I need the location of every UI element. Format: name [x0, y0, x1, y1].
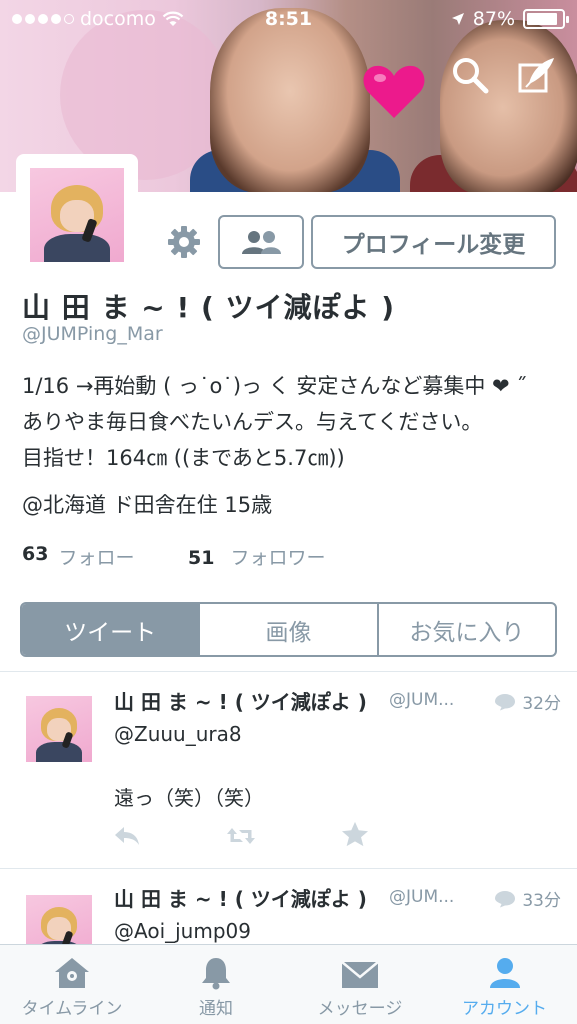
people-icon [242, 231, 281, 254]
tabbar-label: アカウント [462, 999, 547, 1019]
avatar-image [30, 168, 124, 262]
retweet-icon[interactable] [226, 823, 256, 849]
bio-line: 1/16 →再始動 ( っ˙o˙)っ く 安定さんなど募集中 ❤︎ ˝ [22, 374, 527, 398]
search-icon[interactable] [450, 55, 490, 95]
banner-figure-right [440, 20, 577, 192]
tabbar-messages[interactable]: メッセージ [288, 945, 432, 1024]
tab-images[interactable]: 画像 [198, 604, 376, 655]
reply-icon[interactable] [112, 823, 142, 849]
bio-line: ありやま毎日食べたいんデス。与えてください。 [22, 410, 483, 434]
tweet-item[interactable]: 山 田 ま ~ ! ( ツイ減ぽよ ) @JUM... 33分 @Aoi_jum… [0, 869, 577, 944]
profile-bio: 1/16 →再始動 ( っ˙o˙)っ く 安定さんなど募集中 ❤︎ ˝ ありやま… [22, 368, 562, 476]
tweet-author-handle: @JUM... [389, 887, 455, 907]
heart-sticker [363, 65, 425, 118]
tab-favorites[interactable]: お気に入り [376, 604, 555, 655]
envelope-icon [341, 961, 379, 988]
profile-handle: @JUMPing_Mar [22, 323, 163, 345]
star-icon[interactable] [340, 821, 370, 847]
lists-button[interactable] [218, 215, 304, 269]
followers-label: フォロワー [230, 547, 326, 569]
status-right: 87% [451, 8, 569, 30]
tweet-reply-to[interactable]: @Aoi_jump09 [114, 919, 251, 943]
status-bar: docomo 8:51 87% [0, 0, 577, 38]
tabbar-label: タイムライン [21, 999, 123, 1019]
tweet-timestamp: 32分 [494, 689, 561, 714]
conversation-icon [495, 693, 516, 710]
profile-location: @北海道 ド田舎在住 15歳 [22, 493, 273, 517]
following-stat[interactable]: 63 フォロー [22, 543, 134, 570]
followers-count: 51 [188, 547, 215, 569]
followers-stat[interactable]: 51 フォロワー [188, 543, 326, 570]
battery-icon [523, 9, 569, 29]
tweet-time: 33分 [522, 891, 561, 911]
tweet-author-handle: @JUM... [389, 690, 455, 710]
tab-tweets[interactable]: ツイート [22, 604, 199, 655]
edit-profile-button[interactable]: プロフィール変更 [311, 215, 556, 269]
conversation-icon [495, 890, 516, 907]
tabbar-label: メッセージ [317, 999, 403, 1019]
tweet-time: 32分 [522, 694, 561, 714]
tweet-text: 遠っ（笑）（笑） [114, 786, 264, 810]
following-label: フォロー [58, 547, 135, 569]
tweet-avatar[interactable] [26, 696, 92, 762]
home-icon [55, 958, 89, 988]
tabbar-label: 通知 [199, 999, 233, 1019]
bio-line: 目指せ！164㎝ ((まであと5.7㎝)) [22, 446, 345, 470]
location-arrow-icon [451, 13, 464, 25]
tweet-timestamp: 33分 [494, 886, 561, 911]
profile-tabs: ツイート 画像 お気に入り [20, 602, 557, 657]
compose-icon[interactable] [517, 55, 557, 95]
bottom-tab-bar: タイムライン 通知 メッセージ アカウント [0, 944, 577, 1024]
following-count: 63 [22, 543, 49, 565]
profile-name: 山 田 ま ~ ! ( ツイ減ぽよ ) [22, 291, 396, 324]
tabbar-account[interactable]: アカウント [432, 945, 577, 1024]
tweet-author-name: 山 田 ま ~ ! ( ツイ減ぽよ ) [114, 690, 367, 714]
tweet-item[interactable]: 山 田 ま ~ ! ( ツイ減ぽよ ) @JUM... 32分 @Zuuu_ur… [0, 672, 577, 868]
gear-icon[interactable] [166, 224, 202, 260]
battery-percent: 87% [472, 8, 515, 30]
tweet-author-name: 山 田 ま ~ ! ( ツイ減ぽよ ) [114, 887, 367, 911]
tabbar-notifications[interactable]: 通知 [144, 945, 288, 1024]
tweet-reply-to[interactable]: @Zuuu_ura8 [114, 722, 242, 746]
person-icon [489, 958, 520, 988]
profile-avatar[interactable] [16, 154, 138, 276]
tabbar-timeline[interactable]: タイムライン [0, 945, 144, 1024]
tweet-avatar[interactable] [26, 895, 92, 944]
bell-icon [202, 958, 230, 990]
